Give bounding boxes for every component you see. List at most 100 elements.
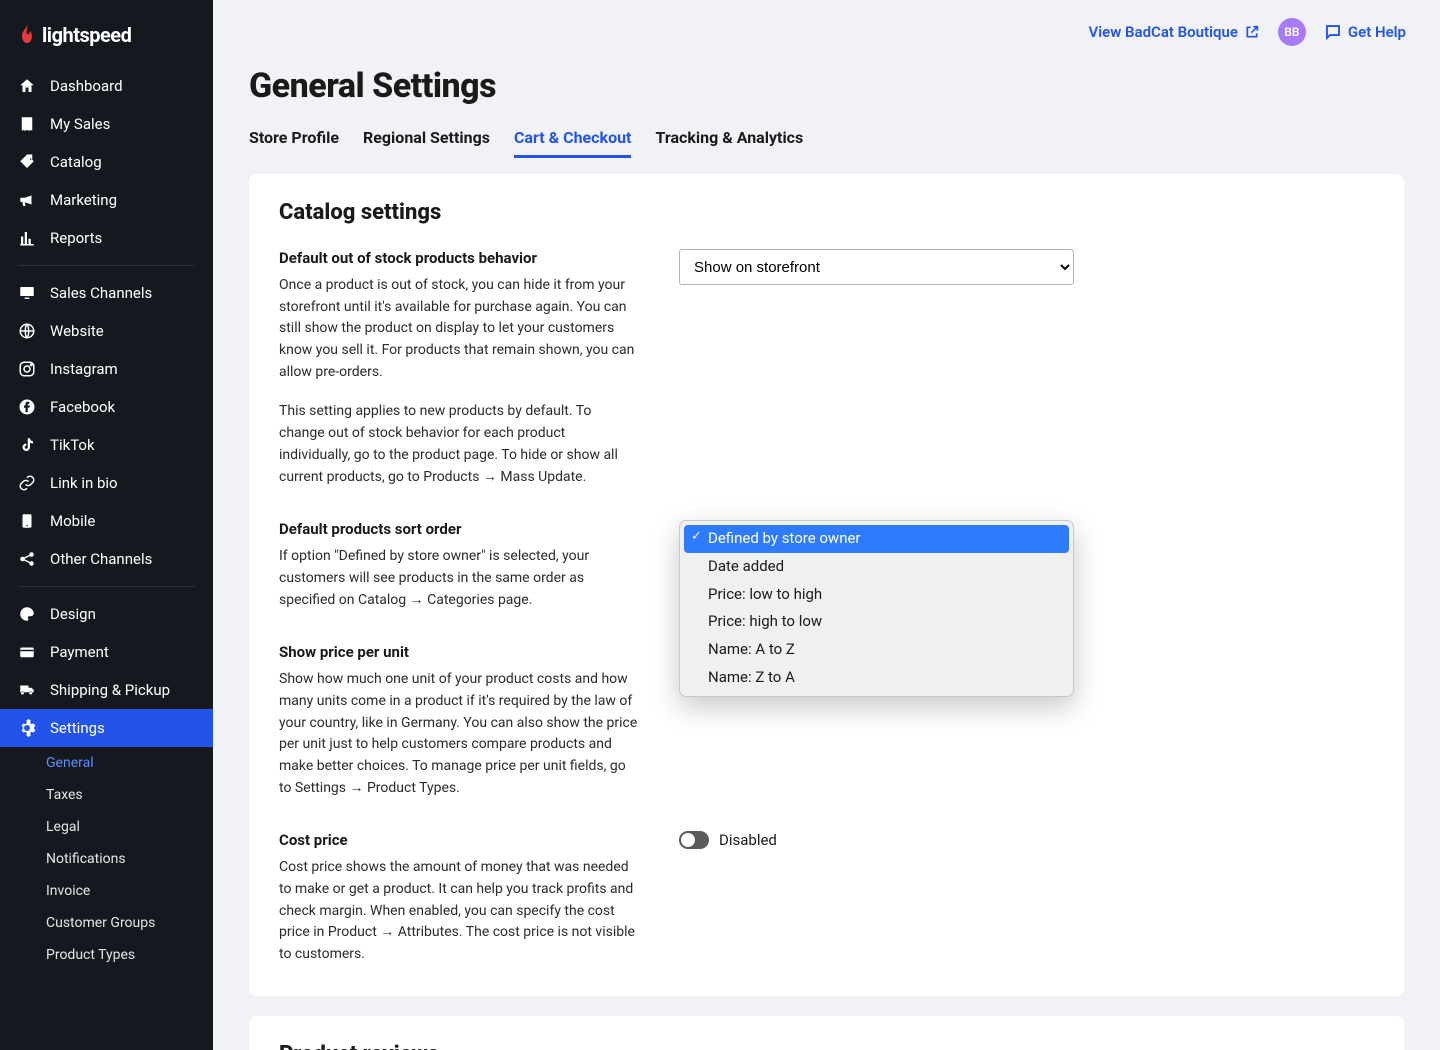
- label: Mobile: [50, 512, 95, 530]
- gear-icon: [18, 719, 36, 737]
- label: Marketing: [50, 191, 117, 209]
- sub-item-product-types[interactable]: Product Types: [46, 939, 213, 971]
- sidebar-item-dashboard[interactable]: Dashboard: [0, 67, 213, 105]
- palette-icon: [18, 605, 36, 623]
- sidebar-item-instagram[interactable]: Instagram: [0, 350, 213, 388]
- tab-tracking-analytics[interactable]: Tracking & Analytics: [655, 128, 803, 158]
- field-desc: Once a product is out of stock, you can …: [279, 275, 639, 383]
- sidebar-item-mobile[interactable]: Mobile: [0, 502, 213, 540]
- truck-icon: [18, 681, 36, 699]
- field-out-of-stock: Default out of stock products behavior O…: [279, 249, 1374, 488]
- sub-item-invoice[interactable]: Invoice: [46, 875, 213, 907]
- facebook-icon: [18, 398, 36, 416]
- page-title: General Settings: [249, 66, 1404, 106]
- tab-cart-checkout[interactable]: Cart & Checkout: [514, 128, 632, 158]
- link-icon: [18, 474, 36, 492]
- content: General Settings Store Profile Regional …: [213, 56, 1440, 1050]
- label: TikTok: [50, 436, 95, 454]
- divider: [18, 265, 195, 266]
- logo[interactable]: lightspeed: [0, 0, 213, 67]
- chat-icon: [1324, 23, 1342, 41]
- dropdown-option[interactable]: Name: Z to A: [684, 664, 1069, 692]
- label: Design: [50, 605, 96, 623]
- sidebar-item-settings[interactable]: Settings: [0, 709, 213, 747]
- sidebar-item-payment[interactable]: Payment: [0, 633, 213, 671]
- sidebar-item-tiktok[interactable]: TikTok: [0, 426, 213, 464]
- home-icon: [18, 77, 36, 95]
- receipt-icon: [18, 115, 36, 133]
- monitor-icon: [18, 284, 36, 302]
- settings-submenu: General Taxes Legal Notifications Invoic…: [0, 747, 213, 971]
- sidebar-item-sales-channels[interactable]: Sales Channels: [0, 274, 213, 312]
- sidebar-item-facebook[interactable]: Facebook: [0, 388, 213, 426]
- sidebar-item-website[interactable]: Website: [0, 312, 213, 350]
- divider: [18, 586, 195, 587]
- mobile-icon: [18, 512, 36, 530]
- megaphone-icon: [18, 191, 36, 209]
- catalog-settings-card: Catalog settings Default out of stock pr…: [249, 174, 1404, 996]
- sidebar: lightspeed Dashboard My Sales Catalog Ma…: [0, 0, 213, 1050]
- sub-item-notifications[interactable]: Notifications: [46, 843, 213, 875]
- product-reviews-card: Product reviews: [249, 1016, 1404, 1050]
- dropdown-option[interactable]: Price: low to high: [684, 581, 1069, 609]
- field-desc: If option "Defined by store owner" is se…: [279, 546, 639, 611]
- field-desc: This setting applies to new products by …: [279, 401, 639, 488]
- tab-regional-settings[interactable]: Regional Settings: [363, 128, 490, 158]
- label: Instagram: [50, 360, 118, 378]
- label: View BadCat Boutique: [1089, 23, 1238, 41]
- tabs: Store Profile Regional Settings Cart & C…: [249, 128, 1404, 158]
- field-label: Default products sort order: [279, 520, 639, 538]
- dropdown-option[interactable]: Name: A to Z: [684, 636, 1069, 664]
- share-icon: [18, 550, 36, 568]
- dropdown-option[interactable]: Price: high to low: [684, 608, 1069, 636]
- field-desc: Show how much one unit of your product c…: [279, 669, 639, 799]
- sidebar-item-link-in-bio[interactable]: Link in bio: [0, 464, 213, 502]
- sidebar-item-design[interactable]: Design: [0, 595, 213, 633]
- sidebar-item-marketing[interactable]: Marketing: [0, 181, 213, 219]
- external-link-icon: [1244, 24, 1260, 40]
- section-title: Product reviews: [279, 1042, 1374, 1050]
- label: Settings: [50, 719, 105, 737]
- field-label: Cost price: [279, 831, 639, 849]
- label: Get Help: [1348, 23, 1406, 41]
- tag-icon: [18, 153, 36, 171]
- sidebar-item-shipping[interactable]: Shipping & Pickup: [0, 671, 213, 709]
- sidebar-item-other-channels[interactable]: Other Channels: [0, 540, 213, 578]
- label: My Sales: [50, 115, 110, 133]
- sub-item-general[interactable]: General: [46, 747, 213, 779]
- avatar[interactable]: BB: [1278, 18, 1306, 46]
- sidebar-item-my-sales[interactable]: My Sales: [0, 105, 213, 143]
- field-cost-price: Cost price Cost price shows the amount o…: [279, 831, 1374, 965]
- label: Payment: [50, 643, 109, 661]
- sub-item-legal[interactable]: Legal: [46, 811, 213, 843]
- field-label: Default out of stock products behavior: [279, 249, 639, 267]
- sidebar-item-catalog[interactable]: Catalog: [0, 143, 213, 181]
- sort-order-dropdown[interactable]: Defined by store owner Date added Price:…: [679, 520, 1074, 697]
- label: Shipping & Pickup: [50, 681, 170, 699]
- dropdown-option[interactable]: Defined by store owner: [684, 525, 1069, 553]
- label: Catalog: [50, 153, 102, 171]
- get-help-link[interactable]: Get Help: [1324, 23, 1406, 41]
- sub-item-taxes[interactable]: Taxes: [46, 779, 213, 811]
- tiktok-icon: [18, 436, 36, 454]
- label: Dashboard: [50, 77, 123, 95]
- field-sort-order: Default products sort order If option "D…: [279, 520, 1374, 611]
- label: Link in bio: [50, 474, 118, 492]
- tab-store-profile[interactable]: Store Profile: [249, 128, 339, 158]
- main: View BadCat Boutique BB Get Help General…: [213, 0, 1440, 1050]
- globe-icon: [18, 322, 36, 340]
- sub-item-customer-groups[interactable]: Customer Groups: [46, 907, 213, 939]
- out-of-stock-select[interactable]: Show on storefront: [679, 249, 1074, 285]
- label: Website: [50, 322, 104, 340]
- sidebar-item-reports[interactable]: Reports: [0, 219, 213, 257]
- logo-text: lightspeed: [42, 23, 131, 47]
- cost-price-toggle[interactable]: [679, 831, 709, 849]
- label: Other Channels: [50, 550, 152, 568]
- field-desc: Cost price shows the amount of money tha…: [279, 857, 639, 965]
- flame-icon: [18, 23, 36, 47]
- label: Sales Channels: [50, 284, 152, 302]
- label: Facebook: [50, 398, 115, 416]
- view-store-link[interactable]: View BadCat Boutique: [1089, 23, 1260, 41]
- chart-icon: [18, 229, 36, 247]
- dropdown-option[interactable]: Date added: [684, 553, 1069, 581]
